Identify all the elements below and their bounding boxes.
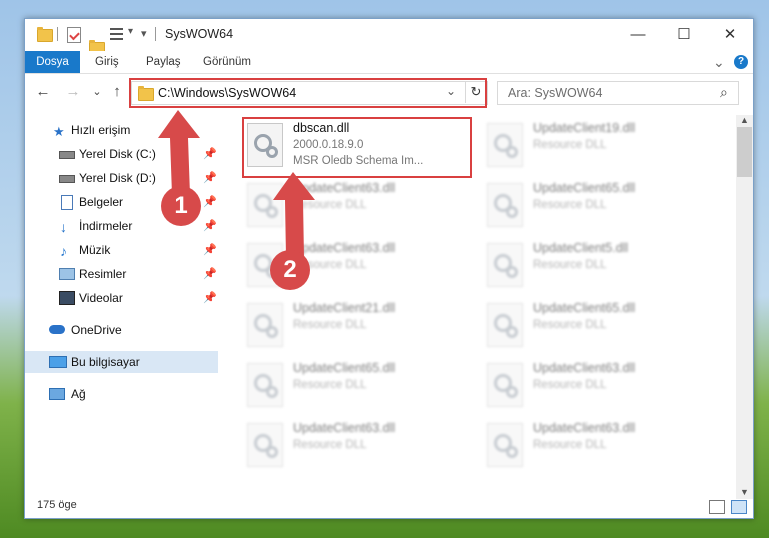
annotation-marker-two: 2: [270, 250, 310, 290]
arrow-one: [158, 110, 200, 195]
arrow-two: [273, 172, 315, 258]
annotation-marker-one: 1: [161, 186, 201, 226]
annotation-arrows: [158, 110, 315, 258]
